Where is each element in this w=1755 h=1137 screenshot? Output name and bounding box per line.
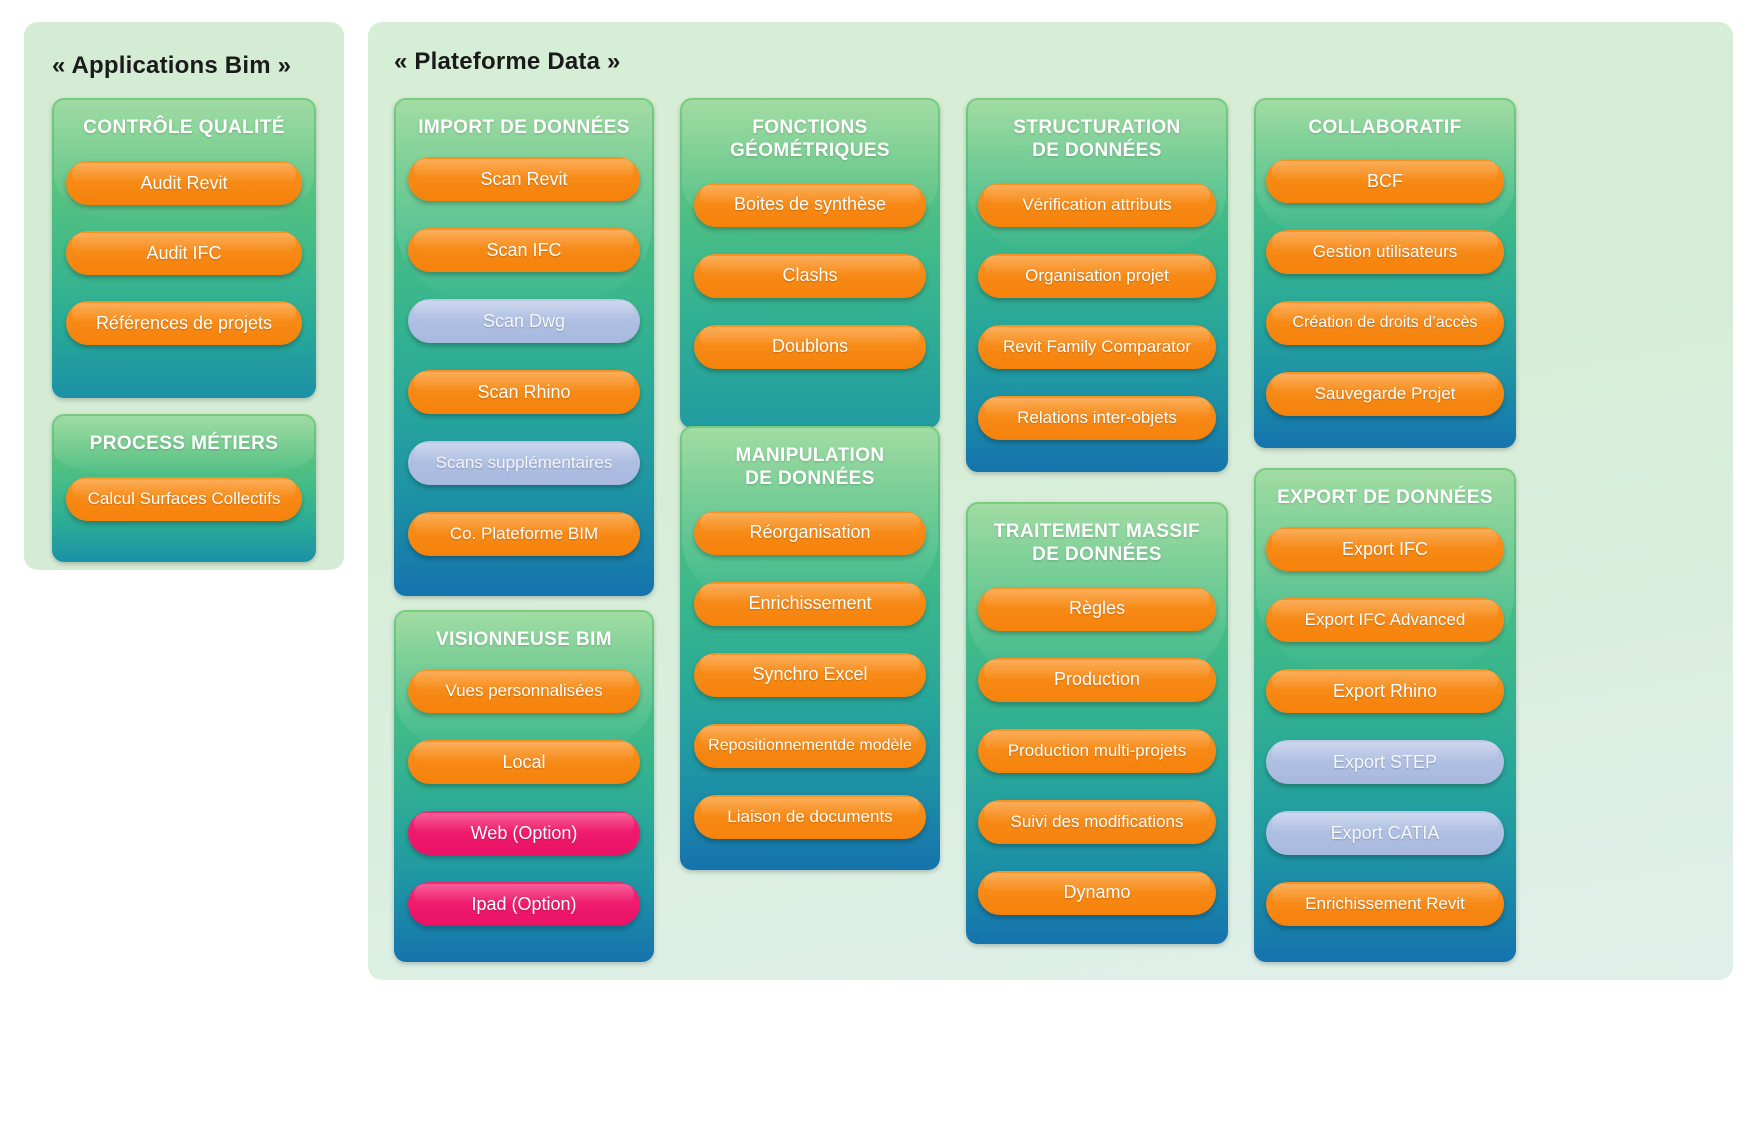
pill-vues-personnalisees[interactable]: Vues personnalisées	[408, 669, 640, 714]
pill-list-fonctions-geometriques: Boites de synthèse Clashs Doublons	[680, 182, 940, 369]
card-fonctions-geometriques[interactable]: FONCTIONS GÉOMÉTRIQUES Boites de synthès…	[680, 98, 940, 428]
card-title-line-1: STRUCTURATION	[1013, 117, 1181, 138]
pill-list-export-de-donnees: Export IFC Export IFC Advanced Export Rh…	[1254, 527, 1516, 927]
pill-scans-supplementaires[interactable]: Scans supplémentaires	[408, 441, 640, 486]
pill-list-process-metiers: Calcul Surfaces Collectifs	[52, 477, 316, 522]
pill-relations-inter-objets[interactable]: Relations inter-objets	[978, 395, 1216, 440]
card-title-export-de-donnees: EXPORT DE DONNÉES	[1277, 487, 1493, 508]
pill-co-plateforme-bim[interactable]: Co. Plateforme BIM	[408, 512, 640, 557]
card-title-visionneuse-bim: VISIONNEUSE BIM	[436, 629, 612, 650]
pill-local[interactable]: Local	[408, 740, 640, 785]
pill-boites-de-synthese[interactable]: Boites de synthèse	[694, 182, 926, 227]
pill-list-import-de-donnees: Scan Revit Scan IFC Scan Dwg Scan Rhino …	[394, 157, 654, 557]
card-title-line-2: DE DONNÉES	[745, 468, 875, 490]
card-title-process-metiers: PROCESS MÉTIERS	[89, 433, 279, 454]
pill-export-ifc[interactable]: Export IFC	[1266, 527, 1504, 572]
card-title-line-2: DE DONNÉES	[1032, 140, 1162, 162]
pill-repositionnement-de-modele[interactable]: Repositionnement de modèle	[694, 723, 926, 768]
pill-calcul-surfaces-collectifs[interactable]: Calcul Surfaces Collectifs	[66, 477, 302, 522]
pill-liaison-de-documents[interactable]: Liaison de documents	[694, 794, 926, 839]
pill-export-ifc-advanced[interactable]: Export IFC Advanced	[1266, 598, 1504, 643]
pill-export-rhino[interactable]: Export Rhino	[1266, 669, 1504, 714]
card-import-de-donnees[interactable]: IMPORT DE DONNÉES Scan Revit Scan IFC Sc…	[394, 98, 654, 596]
pill-creation-de-droits-dacces[interactable]: Création de droits d’accès	[1266, 301, 1504, 346]
pill-synchro-excel[interactable]: Synchro Excel	[694, 652, 926, 697]
card-title-line-1: MANIPULATION	[735, 445, 885, 466]
pill-list-controle-qualite: Audit Revit Audit IFC Références de proj…	[52, 161, 316, 346]
pill-export-step[interactable]: Export STEP	[1266, 740, 1504, 785]
pill-sauvegarde-projet[interactable]: Sauvegarde Projet	[1266, 372, 1504, 417]
pill-reorganisation[interactable]: Réorganisation	[694, 510, 926, 555]
card-controle-qualite[interactable]: CONTRÔLE QUALITÉ Audit Revit Audit IFC R…	[52, 98, 316, 398]
pill-export-catia[interactable]: Export CATIA	[1266, 811, 1504, 856]
pill-enrichissement[interactable]: Enrichissement	[694, 581, 926, 626]
card-export-de-donnees[interactable]: EXPORT DE DONNÉES Export IFC Export IFC …	[1254, 468, 1516, 962]
pill-doublons[interactable]: Doublons	[694, 324, 926, 369]
panel-title-applications-bim: « Applications Bim »	[52, 52, 292, 79]
card-traitement-massif-de-donnees[interactable]: TRAITEMENT MASSIF DE DONNÉES Règles Prod…	[966, 502, 1228, 944]
pill-list-visionneuse-bim: Vues personnalisées Local Web (Option) I…	[394, 669, 654, 927]
panel-title-plateforme-data: « Plateforme Data »	[394, 48, 621, 75]
pill-dynamo[interactable]: Dynamo	[978, 870, 1216, 915]
pill-list-structuration-de-donnees: Vérification attributs Organisation proj…	[966, 182, 1228, 440]
card-title-fonctions-geometriques: FONCTIONS GÉOMÉTRIQUES	[680, 116, 940, 163]
pill-label-line-1: Repositionnement	[708, 736, 838, 754]
card-title-structuration-de-donnees: STRUCTURATION DE DONNÉES	[966, 116, 1228, 163]
pill-web-option[interactable]: Web (Option)	[408, 811, 640, 856]
pill-scan-ifc[interactable]: Scan IFC	[408, 228, 640, 273]
pill-scan-dwg[interactable]: Scan Dwg	[408, 299, 640, 344]
pill-scan-rhino[interactable]: Scan Rhino	[408, 370, 640, 415]
pill-list-manipulation-de-donnees: Réorganisation Enrichissement Synchro Ex…	[680, 510, 940, 839]
pill-bcf[interactable]: BCF	[1266, 159, 1504, 204]
pill-scan-revit[interactable]: Scan Revit	[408, 157, 640, 202]
pill-audit-ifc[interactable]: Audit IFC	[66, 231, 302, 276]
card-title-line-1: TRAITEMENT MASSIF	[993, 521, 1201, 542]
card-title-traitement-massif-de-donnees: TRAITEMENT MASSIF DE DONNÉES	[966, 520, 1228, 567]
pill-verification-attributs[interactable]: Vérification attributs	[978, 182, 1216, 227]
pill-production-multi-projets[interactable]: Production multi-projets	[978, 728, 1216, 773]
card-title-manipulation-de-donnees: MANIPULATION DE DONNÉES	[680, 444, 940, 491]
pill-clashs[interactable]: Clashs	[694, 253, 926, 298]
card-process-metiers[interactable]: PROCESS MÉTIERS Calcul Surfaces Collecti…	[52, 414, 316, 562]
card-title-line-2: DE DONNÉES	[1032, 544, 1162, 566]
pill-suivi-des-modifications[interactable]: Suivi des modifications	[978, 799, 1216, 844]
pill-enrichissement-revit[interactable]: Enrichissement Revit	[1266, 882, 1504, 927]
pill-production[interactable]: Production	[978, 657, 1216, 702]
pill-revit-family-comparator[interactable]: Revit Family Comparator	[978, 324, 1216, 369]
pill-ipad-option[interactable]: Ipad (Option)	[408, 882, 640, 927]
card-title-controle-qualite: CONTRÔLE QUALITÉ	[83, 117, 285, 138]
pill-references-de-projets[interactable]: Références de projets	[66, 301, 302, 346]
pill-regles[interactable]: Règles	[978, 586, 1216, 631]
card-manipulation-de-donnees[interactable]: MANIPULATION DE DONNÉES Réorganisation E…	[680, 426, 940, 870]
card-structuration-de-donnees[interactable]: STRUCTURATION DE DONNÉES Vérification at…	[966, 98, 1228, 472]
panel-applications-bim: « Applications Bim » CONTRÔLE QUALITÉ Au…	[24, 22, 344, 570]
pill-label-line-2: de modèle	[837, 736, 912, 754]
card-title-line-1: FONCTIONS	[752, 117, 868, 138]
pill-list-collaboratif: BCF Gestion utilisateurs Création de dro…	[1254, 159, 1516, 417]
pill-gestion-utilisateurs[interactable]: Gestion utilisateurs	[1266, 230, 1504, 275]
pill-list-traitement-massif-de-donnees: Règles Production Production multi-proje…	[966, 586, 1228, 915]
card-title-collaboratif: COLLABORATIF	[1308, 117, 1462, 138]
card-title-import-de-donnees: IMPORT DE DONNÉES	[418, 117, 630, 138]
card-visionneuse-bim[interactable]: VISIONNEUSE BIM Vues personnalisées Loca…	[394, 610, 654, 962]
pill-organisation-projet[interactable]: Organisation projet	[978, 253, 1216, 298]
card-collaboratif[interactable]: COLLABORATIF BCF Gestion utilisateurs Cr…	[1254, 98, 1516, 448]
pill-audit-revit[interactable]: Audit Revit	[66, 161, 302, 206]
card-title-line-2: GÉOMÉTRIQUES	[730, 140, 890, 162]
